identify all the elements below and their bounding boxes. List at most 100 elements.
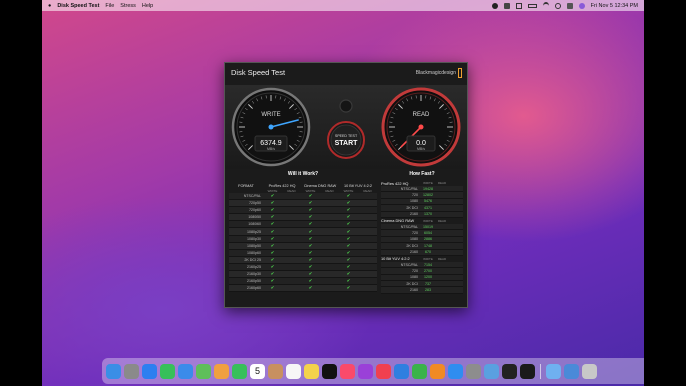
write-fps-value: 5476 (424, 199, 432, 204)
check-icon: ✔ (270, 214, 275, 220)
check-icon: ✔ (270, 200, 275, 206)
facetime-icon[interactable] (232, 363, 247, 379)
status-app-icon[interactable] (503, 2, 510, 9)
tv-icon[interactable] (322, 363, 337, 379)
format-label: 2160p30 (247, 272, 261, 277)
menu-stress[interactable]: Stress (120, 3, 136, 9)
check-icon: ✔ (270, 221, 275, 227)
check-icon: ✔ (346, 235, 351, 241)
column-header-write: WRITE (423, 256, 433, 261)
apple-menu-icon[interactable]: ● (48, 3, 51, 9)
spotlight-search-icon[interactable] (554, 2, 561, 9)
resolution-label: 720 (412, 231, 418, 236)
check-icon: ✔ (346, 200, 351, 206)
resolution-label: 2K DCI (406, 243, 418, 248)
table-row: NTSC/PAL ✔ ✔ ✔ (229, 193, 377, 201)
finder2-icon[interactable] (546, 363, 561, 379)
check-icon: ✔ (270, 256, 275, 262)
check-icon: ✔ (270, 242, 275, 248)
settings-icon[interactable] (466, 363, 481, 379)
format-label: 2160p60 (247, 286, 261, 291)
contacts-icon[interactable] (268, 363, 283, 379)
format-label: 1080p50 (247, 243, 261, 248)
dock-separator (540, 363, 541, 379)
check-icon: ✔ (346, 263, 351, 269)
reminders-icon[interactable] (286, 363, 301, 379)
resolution-label: NTSC/PAL (400, 224, 418, 229)
desktop: ● Disk Speed Test File Stress Help Fri N… (42, 0, 644, 386)
siri-icon[interactable] (578, 2, 585, 9)
format-label: 1080p60 (247, 250, 261, 255)
check-icon: ✔ (270, 235, 275, 241)
format-label: 1080i50 (248, 215, 261, 220)
check-icon: ✔ (308, 263, 313, 269)
resolution-label: 2160 (410, 212, 418, 217)
podcasts-icon[interactable] (358, 363, 373, 379)
start-button[interactable]: SPEED TEST START (327, 99, 365, 159)
brand-name: Blackmagicdesign (415, 70, 456, 76)
write-fps-value: 1748 (424, 243, 432, 248)
control-center-icon[interactable] (566, 2, 573, 9)
group-name: Cinema DNG RAW (381, 218, 415, 224)
mail-icon[interactable] (178, 363, 193, 379)
resolution-label: 2K DCI (406, 205, 418, 210)
quicktime-icon[interactable] (502, 363, 517, 379)
resolution-label: 1080 (410, 199, 418, 204)
format-label: 2K DCI 25 (244, 257, 261, 262)
check-icon: ✔ (346, 256, 351, 262)
subheader-read: READ (363, 188, 372, 193)
check-icon: ✔ (270, 207, 275, 213)
safari-icon[interactable] (142, 363, 157, 379)
check-icon: ✔ (346, 193, 351, 199)
check-icon: ✔ (308, 214, 313, 220)
menu-bar: ● Disk Speed Test File Stress Help Fri N… (42, 0, 644, 11)
diskspeed-icon[interactable] (520, 363, 535, 379)
format-column-header: FORMAT (238, 184, 254, 188)
status-record-icon[interactable] (491, 2, 498, 9)
maps-icon[interactable] (196, 363, 211, 379)
preview-icon[interactable] (484, 363, 499, 379)
write-unit: MB/s (267, 147, 275, 151)
check-icon: ✔ (270, 193, 275, 199)
downloads-icon[interactable] (564, 363, 579, 379)
status-indicator-icon (339, 99, 353, 113)
keynote-icon[interactable] (394, 363, 409, 379)
check-icon: ✔ (346, 271, 351, 277)
trash-icon[interactable] (582, 363, 597, 379)
write-fps-value: 7154 (424, 262, 432, 267)
subheader-read: READ (287, 188, 296, 193)
menu-help[interactable]: Help (142, 3, 153, 9)
notes-icon[interactable] (304, 363, 319, 379)
check-icon: ✔ (270, 228, 275, 234)
wifi-icon[interactable] (542, 1, 549, 10)
format-label: 1080i60 (248, 222, 261, 227)
finder-icon[interactable] (106, 363, 121, 379)
pages-icon[interactable] (430, 363, 445, 379)
messages-icon[interactable] (160, 363, 175, 379)
menu-file[interactable]: File (105, 3, 114, 9)
read-unit: MB/s (417, 147, 425, 151)
display-icon[interactable] (515, 2, 522, 9)
music-icon[interactable] (340, 363, 355, 379)
photos-icon[interactable] (214, 363, 229, 379)
brand-mark-icon (458, 68, 462, 78)
launchpad-icon[interactable] (124, 363, 139, 379)
news-icon[interactable] (376, 363, 391, 379)
write-value: 6374.9 (260, 140, 282, 147)
write-fps-value: 1370 (424, 212, 432, 217)
resolution-label: 720 (412, 193, 418, 198)
write-fps-value: 6054 (424, 231, 432, 236)
how-fast-rows: ProRes 422 HQ WRITE READ NTSC/PAL 19428 720 12… (381, 180, 463, 294)
write-fps-value: 15019 (423, 224, 433, 229)
check-icon: ✔ (308, 235, 313, 241)
appstore-icon[interactable] (448, 363, 463, 379)
app-menu[interactable]: Disk Speed Test (57, 3, 99, 9)
dock: 5 (102, 358, 644, 384)
calendar-icon[interactable]: 5 (250, 363, 265, 379)
codec-header-10bit-yuv: 10 Bit YUV 4:2:2 (343, 184, 372, 188)
numbers-icon[interactable] (412, 363, 427, 379)
resolution-label: 1080 (410, 275, 418, 280)
battery-icon[interactable] (527, 3, 537, 8)
gauges-svg: WRITE 6374.9 MB/s SPEED TEST START READ … (231, 87, 461, 167)
results-area: Will it Work? FORMAT ProRes 422 HQ Cinem… (229, 171, 463, 305)
